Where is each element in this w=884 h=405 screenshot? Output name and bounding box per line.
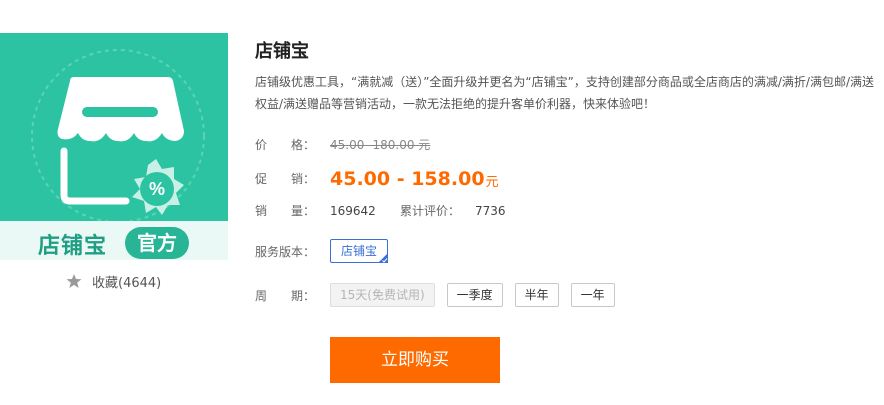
promo-label: 促 销：	[255, 172, 316, 186]
percent-badge-icon: %	[132, 159, 184, 215]
product-image[interactable]: % 店铺宝 官方	[0, 33, 228, 260]
star-icon	[66, 274, 82, 288]
promo-unit: 元	[485, 175, 499, 190]
favorite-label: 收藏(4644)	[92, 275, 162, 291]
product-description: 店铺级优惠工具，“满就减（送）”全面升级并更名为“店铺宝”，支持创建部分商品或全…	[255, 75, 875, 111]
sales-label: 销 量：	[255, 204, 316, 218]
svg-text:%: %	[149, 179, 165, 199]
buy-now-button[interactable]: 立即购买	[330, 337, 500, 383]
version-row: 服务版本： 店铺宝	[255, 239, 389, 263]
period-option-half-year[interactable]: 半年	[514, 283, 559, 307]
official-badge: 官方	[125, 227, 189, 259]
promo-row: 促 销： 45.00 - 158.00 元	[255, 167, 499, 191]
reviews-label: 累计评价：	[400, 204, 461, 218]
reviews-value: 7736	[475, 203, 506, 218]
version-label: 服务版本：	[255, 244, 316, 259]
selected-check-icon	[378, 253, 389, 263]
period-option-trial[interactable]: 15天(免费试用)	[330, 283, 435, 307]
sales-row: 销 量： 169642 累计评价： 7736	[255, 202, 506, 219]
period-option-quarter[interactable]: 一季度	[446, 283, 503, 307]
price-label: 价 格：	[255, 138, 316, 152]
sales-value: 169642	[330, 203, 376, 218]
image-title: 店铺宝	[38, 234, 108, 259]
version-option-label: 店铺宝	[341, 244, 378, 258]
period-row: 周 期： 15天(免费试用) 一季度 半年 一年	[255, 283, 627, 307]
price-row: 价 格： 45.00 -180.00 元	[255, 136, 430, 153]
period-option-year[interactable]: 一年	[570, 283, 615, 307]
original-price: 45.00 -180.00 元	[330, 138, 431, 152]
version-option-button[interactable]: 店铺宝	[330, 239, 389, 263]
product-detail: % 店铺宝 官方 收藏(4644) 店铺宝 店铺级优惠工具，“满就减（送）”全面…	[0, 0, 884, 405]
promo-price: 45.00 - 158.00	[330, 167, 485, 190]
favorite-button[interactable]: 收藏(4644)	[66, 270, 161, 292]
period-label: 周 期：	[255, 288, 316, 303]
product-title: 店铺宝	[255, 41, 309, 62]
